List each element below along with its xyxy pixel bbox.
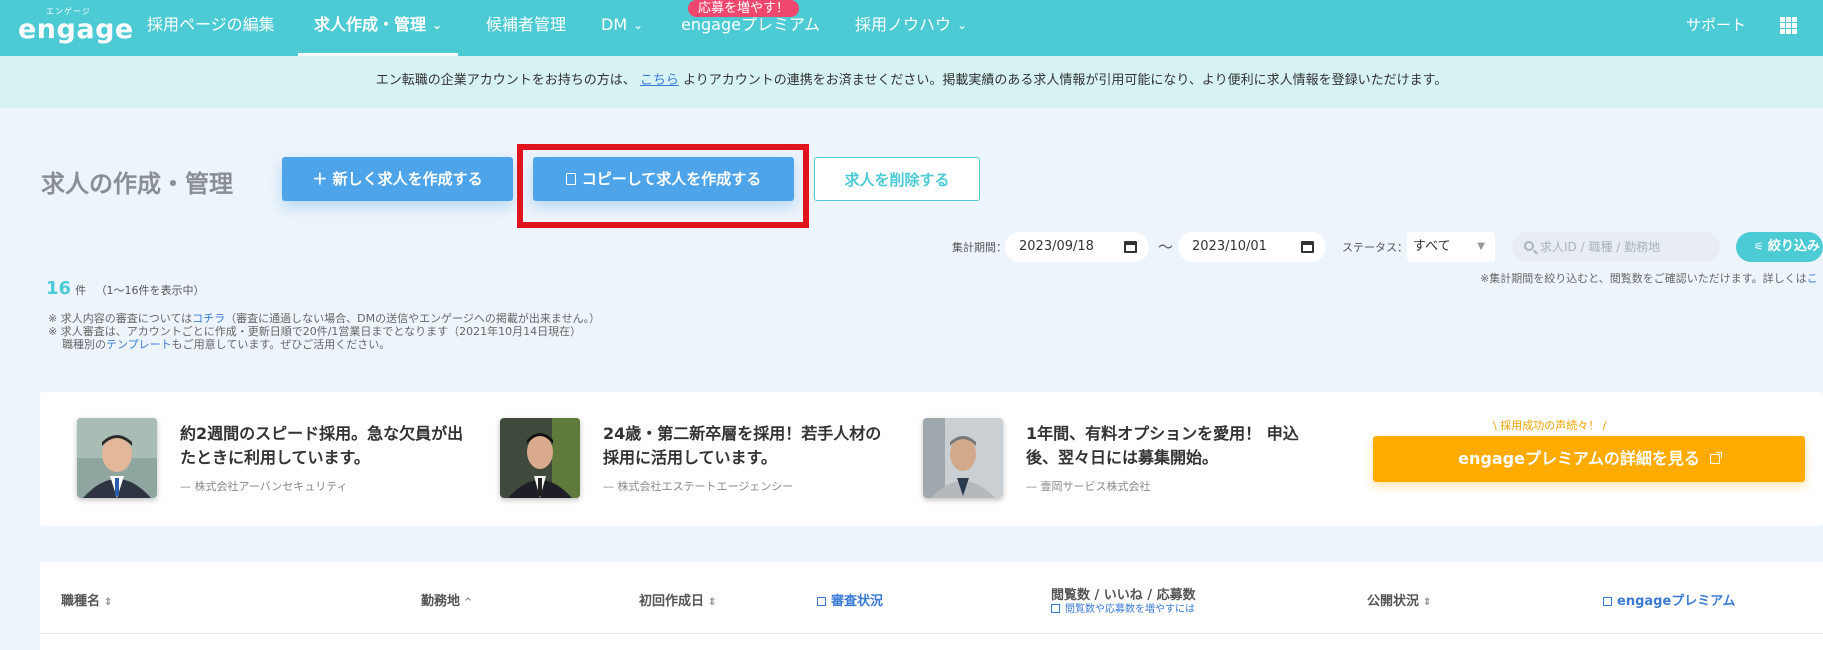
page-title: 求人の作成・管理 xyxy=(41,170,233,198)
nav-recruit-page-edit[interactable]: 採用ページの編集 xyxy=(147,0,275,56)
column-review-status[interactable]: 審査状況 xyxy=(817,590,883,609)
testimonial-quote: 24歳・第二新卒層を採用！若手人材の採用に活用しています。 xyxy=(603,424,882,467)
period-hint-link[interactable]: こ xyxy=(1807,272,1818,285)
sort-icon: ⇕ xyxy=(104,597,113,608)
calendar-icon xyxy=(1301,241,1314,253)
testimonial-company: — 壹岡サービス株式会社 xyxy=(1026,480,1151,493)
testimonial-photo xyxy=(77,418,157,498)
testimonial-quote: 約2週間のスピード採用。急な欠員が出たときに利用しています。 xyxy=(180,424,464,467)
support-link[interactable]: サポート xyxy=(1686,0,1746,56)
column-publish-status[interactable]: 公開状況 ⇕ xyxy=(1367,590,1431,609)
engage-logo[interactable]: エンゲージ engage xyxy=(18,6,133,46)
status-label: ステータス： xyxy=(1342,241,1408,254)
chevron-down-icon: ⌄ xyxy=(957,18,968,32)
chevron-down-icon: ⌄ xyxy=(633,18,644,32)
nav-candidate-management[interactable]: 候補者管理 xyxy=(486,0,566,56)
filter-label: 絞り込み xyxy=(1767,239,1820,254)
start-date-value: 2023/09/18 xyxy=(1019,239,1094,254)
nav-dm[interactable]: DM ⌄ xyxy=(601,0,643,56)
new-job-button[interactable]: ＋ 新しく求人を作成する xyxy=(282,157,513,201)
delete-job-button[interactable]: 求人を削除する xyxy=(814,157,980,201)
apps-grid-icon[interactable] xyxy=(1780,17,1797,34)
sort-icon: ⇕ xyxy=(708,597,717,608)
column-location[interactable]: 勤務地 ^ xyxy=(421,590,472,609)
end-date-value: 2023/10/01 xyxy=(1192,239,1267,254)
result-count-number: 16 xyxy=(46,278,72,299)
start-date-input[interactable]: 2023/09/18 xyxy=(1005,232,1149,262)
testimonial-company: — 株式会社エステートエージェンシー xyxy=(603,480,794,493)
search-input[interactable]: 求人ID / 職種 / 勤務地 xyxy=(1512,232,1720,262)
note-text: （審査に通過しない場合、DMの送信やエンゲージへの掲載が出来ません。） xyxy=(225,312,601,325)
column-job-title[interactable]: 職種名 ⇕ xyxy=(61,590,112,609)
sort-icon: ⇕ xyxy=(1423,597,1432,608)
premium-details-label: engageプレミアムの詳細を見る xyxy=(1458,449,1700,468)
nav-recruit-knowhow[interactable]: 採用ノウハウ ⌄ xyxy=(855,0,967,56)
testimonial-photo xyxy=(500,418,580,498)
external-link-icon xyxy=(817,597,826,606)
table-row xyxy=(40,634,1823,650)
filter-button[interactable]: ⚟ 絞り込み xyxy=(1736,232,1823,262)
top-navigation: エンゲージ engage 採用ページの編集 求人作成・管理 ⌄ 候補者管理 DM ⌄… xyxy=(0,0,1823,56)
review-info-link[interactable]: コチラ xyxy=(192,312,225,325)
sort-asc-icon: ^ xyxy=(464,597,473,608)
promo-badge: 応募を増やす！ xyxy=(688,0,800,17)
note-text: 職種別の xyxy=(62,338,106,351)
review-notes: ※ 求人内容の審査についてはコチラ（審査に通過しない場合、DMの送信やエンゲージ… xyxy=(48,312,600,351)
search-placeholder: 求人ID / 職種 / 勤務地 xyxy=(1540,240,1661,254)
column-created-date[interactable]: 初回作成日 ⇕ xyxy=(639,590,716,609)
account-link-notice: エン転職の企業アカウントをお持ちの方は、 こちら よりアカウントの連携をお済ませ… xyxy=(0,56,1823,108)
result-range: （1～16件を表示中） xyxy=(95,284,205,297)
external-link-icon xyxy=(1709,452,1722,464)
note-text: ※ 求人審査は、アカウントごとに作成・更新日順で20件/1営業日までとなります（… xyxy=(48,325,582,338)
chevron-down-icon: ⌄ xyxy=(432,18,443,32)
highlight-annotation xyxy=(517,144,809,228)
testimonial-quote: 1年間、有料オプションを愛用！ 申込後、翌々日には募集開始。 xyxy=(1026,424,1299,467)
notice-link[interactable]: こちら xyxy=(640,73,679,88)
template-link[interactable]: テンプレート xyxy=(106,338,172,351)
period-label: 集計期間： xyxy=(952,241,1007,254)
date-separator: ～ xyxy=(1158,238,1174,256)
sliders-icon: ⚟ xyxy=(1754,240,1764,253)
job-table-header: 職種名 ⇕ 勤務地 ^ 初回作成日 ⇕ 審査状況 閲覧数 / いいね / 応募数 閲覧… xyxy=(40,562,1823,634)
end-date-input[interactable]: 2023/10/01 xyxy=(1178,232,1326,262)
premium-details-button[interactable]: engageプレミアムの詳細を見る xyxy=(1373,436,1805,482)
increase-views-link[interactable]: 閲覧数や応募数を増やすには xyxy=(1051,600,1195,615)
success-voices-label: \ 採用成功の声続々！ / xyxy=(1493,419,1607,432)
testimonial-photo xyxy=(923,418,1003,498)
status-select[interactable]: すべて ▼ xyxy=(1407,232,1495,262)
external-link-icon xyxy=(1051,604,1060,613)
logo-text: engage xyxy=(18,14,134,45)
search-icon xyxy=(1524,241,1534,251)
status-value: すべて xyxy=(1413,239,1451,254)
calendar-icon xyxy=(1124,241,1137,253)
result-count: 16 件 （1～16件を表示中） xyxy=(46,278,205,299)
external-link-icon xyxy=(1603,597,1612,606)
result-count-unit: 件 xyxy=(75,284,87,297)
column-engage-premium[interactable]: engageプレミアム xyxy=(1603,590,1735,609)
notice-text-rest: よりアカウントの連携をお済ませください。掲載実績のある求人情報が引用可能になり、… xyxy=(683,73,1448,88)
note-text: もご用意しています。ぜひご活用ください。 xyxy=(171,338,391,351)
notice-text: エン転職の企業アカウントをお持ちの方は、 xyxy=(375,73,636,88)
note-text: ※ 求人内容の審査については xyxy=(48,312,193,325)
caret-down-icon: ▼ xyxy=(1477,241,1485,252)
testimonial-company: — 株式会社アーバンセキュリティ xyxy=(180,480,348,493)
period-hint-text: ※集計期間を絞り込むと、閲覧数をご確認いただけます。詳しくは xyxy=(1480,272,1807,285)
nav-job-management[interactable]: 求人作成・管理 ⌄ xyxy=(298,0,459,56)
period-hint: ※集計期間を絞り込むと、閲覧数をご確認いただけます。詳しくはこ xyxy=(1480,270,1818,286)
